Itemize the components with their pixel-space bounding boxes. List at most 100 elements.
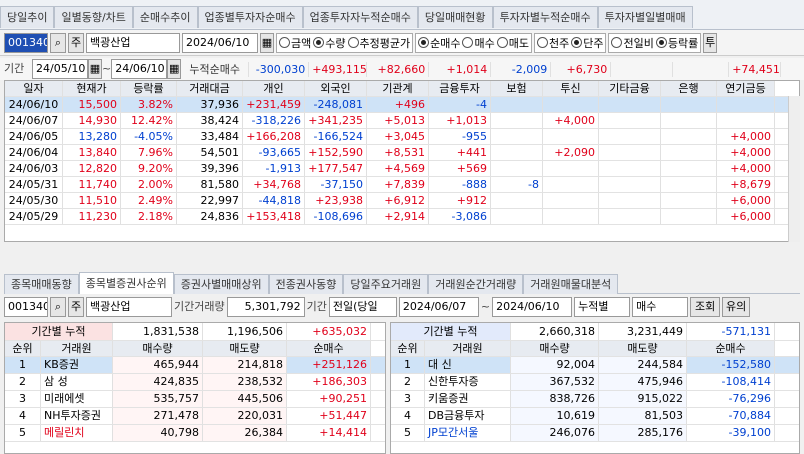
radio-sell[interactable]: 매도 — [496, 33, 529, 53]
note-button[interactable]: 유의 — [722, 297, 751, 317]
mode-select[interactable]: 누적별 — [574, 297, 631, 317]
broker-header-cell[interactable]: 순위 — [391, 341, 425, 356]
top-tab[interactable]: 업종투자자누적순매수 — [302, 6, 418, 28]
table-row[interactable]: 3 키움증권 838,726 915,022 -76,296 — [391, 391, 799, 408]
grid-header-cell[interactable]: 금융투자 — [429, 81, 491, 96]
broker-header-cell[interactable]: 매수량 — [113, 341, 203, 356]
grid-cell — [599, 97, 661, 112]
radio-amount[interactable]: 금액 — [279, 33, 311, 53]
broker-header-cell[interactable]: 매도량 — [599, 341, 687, 356]
side-select[interactable]: 매수 — [632, 297, 689, 317]
radio-quantity[interactable]: 수량 — [313, 33, 346, 53]
grid-cell: +4,000 — [717, 145, 775, 160]
table-row[interactable]: 24/06/05 13,280 -4.05% 33,484 +166,208 -166,5… — [5, 129, 799, 145]
broker-header-cell[interactable]: 순위 — [5, 341, 41, 356]
broker-stock-name[interactable]: 백광산업 — [86, 297, 172, 317]
top-tab[interactable]: 순매수추이 — [132, 6, 198, 28]
bottom-tab[interactable]: 전종권사동향 — [268, 274, 344, 294]
table-row[interactable]: 1대 신 92,004 244,584 -152,580 — [391, 357, 799, 374]
bottom-tab[interactable]: 종목매매동향 — [4, 274, 79, 294]
bottom-tab[interactable]: 증권사별매매상위 — [173, 274, 269, 294]
table-row[interactable]: 24/06/04 13,840 7.96% 54,501 -93,665 +152,590… — [5, 145, 799, 161]
radio-prev-diff[interactable]: 전일비 — [611, 33, 654, 53]
search-icon[interactable]: ⌕ — [50, 32, 66, 53]
broker-search-icon[interactable]: ⌕ — [50, 297, 66, 317]
table-row[interactable]: 4 DB금융투자 10,619 81,503 -70,884 — [391, 408, 799, 425]
date-field[interactable]: 2024/06/10 — [182, 32, 258, 53]
grid-header-cell[interactable]: 연기금등 — [717, 81, 775, 96]
table-row[interactable]: 24/05/31 11,740 2.00% 81,580 +34,768 -37,150 +… — [5, 177, 799, 193]
period-to-field[interactable]: 24/06/10 — [111, 59, 168, 79]
grid-header-cell[interactable]: 일자 — [5, 81, 63, 96]
grid-header-cell[interactable]: 외국인 — [305, 81, 367, 96]
calendar-to-icon[interactable]: ▦ — [167, 59, 182, 79]
grid-header-cell[interactable]: 투신 — [543, 81, 599, 96]
top-tab[interactable]: 일별동향/차트 — [54, 6, 133, 28]
bottom-tab[interactable]: 당일주요거래원 — [343, 274, 429, 294]
broker-to-date[interactable]: 2024/06/10 — [492, 297, 573, 317]
radio-thousand-shares[interactable]: 천주 — [536, 33, 569, 53]
broker-header-row: 순위 거래원 매수량 매도량 순매수 — [391, 341, 799, 357]
table-row[interactable]: 24/06/10 15,500 3.82% 37,936 +231,459 -248,08… — [5, 97, 799, 113]
broker-header-cell[interactable]: 거래원 — [41, 341, 113, 356]
calendar-icon[interactable]: ▦ — [260, 32, 274, 53]
period-from-field[interactable]: 24/05/10 — [32, 59, 88, 79]
broker-stock-code-input[interactable]: 001340 — [4, 297, 48, 317]
table-row[interactable]: 4 NH투자증권 271,478 220,031 +51,447 — [5, 408, 385, 425]
grid-header-cell[interactable]: 거래대금 — [177, 81, 243, 96]
bottom-tab[interactable]: 거래원순간거래량 — [428, 274, 524, 294]
broker-cell: 285,176 — [599, 425, 687, 441]
calendar-from-icon[interactable]: ▦ — [88, 59, 102, 79]
grid-header-cell[interactable]: 기관계 — [367, 81, 429, 96]
stock-code-input[interactable]: 001340 — [4, 32, 48, 53]
period-select[interactable]: 전일(당일 — [328, 297, 397, 317]
top-tab[interactable]: 당일매매현황 — [417, 6, 493, 28]
table-row[interactable]: 24/06/03 12,820 9.20% 39,396 -1,913 +177,547 +… — [5, 161, 799, 177]
table-row[interactable]: 24/05/30 11,510 2.49% 22,997 -44,818 +23,938 +… — [5, 193, 799, 209]
broker-header-cell[interactable]: 거래원 — [425, 341, 511, 356]
radio-net-buy[interactable]: 순매수 — [418, 33, 460, 53]
grid-header-cell[interactable]: 보험 — [491, 81, 543, 96]
top-tab[interactable]: 투자자별일별매매 — [597, 6, 693, 28]
top-tab[interactable]: 당일추이 — [0, 6, 55, 28]
broker-header-cell[interactable]: 순매수 — [687, 341, 775, 356]
table-row[interactable]: 3 미래에셋 535,757 445,506 +90,251 — [5, 391, 385, 408]
radio-buy[interactable]: 매수 — [462, 33, 495, 53]
bottom-tab[interactable]: 종목별증권사순위 — [78, 272, 174, 294]
broker-header-cell[interactable]: 매도량 — [203, 341, 287, 356]
grid-cell — [599, 193, 661, 208]
grid-cell — [491, 209, 543, 224]
table-row[interactable]: 24/06/07 14,930 12.42% 38,424 -318,226 +341,2… — [5, 113, 799, 129]
broker-cell: 424,835 — [113, 374, 203, 390]
broker-header-cell[interactable]: 순매수 — [287, 341, 371, 356]
grid-cell: +4,569 — [367, 161, 429, 176]
top-tab[interactable]: 업종별투자자순매수 — [197, 6, 303, 28]
grid-header-cell[interactable]: 기타금융 — [599, 81, 661, 96]
broker-cell: KB증권 — [41, 357, 113, 373]
table-row[interactable]: 5 메릴린치 40,798 26,384 +14,414 — [5, 425, 385, 442]
query-button[interactable]: 조회 — [690, 297, 721, 317]
radio-change-rate[interactable]: 등락률 — [655, 33, 698, 53]
table-row[interactable]: 1 KB증권 465,944 214,818 +251,126 — [5, 357, 385, 374]
investor-button[interactable]: 투 — [703, 32, 718, 53]
grid-cell: +152,590 — [305, 145, 367, 160]
bottom-tab[interactable]: 거래원매물대분석 — [523, 274, 619, 294]
broker-from-date[interactable]: 2024/06/07 — [398, 297, 479, 317]
grid-header-cell[interactable]: 현재가 — [63, 81, 121, 96]
table-row[interactable]: 5 JP모간서울 246,076 285,176 -39,100 — [391, 425, 799, 442]
stock-name-field[interactable]: 백광산업 — [86, 32, 180, 53]
broker-cell: 367,532 — [511, 374, 599, 390]
grid-scrollbar[interactable] — [788, 96, 800, 242]
top-tab[interactable]: 투자자별누적순매수 — [492, 6, 598, 28]
radio-single-shares[interactable]: 단주 — [571, 33, 603, 53]
table-row[interactable]: 24/05/29 11,230 2.18% 24,836 +153,418 -108,69… — [5, 209, 799, 225]
radio-avg-price[interactable]: 추정평균가 — [347, 33, 410, 53]
grid-header-cell[interactable]: 등락률 — [121, 81, 177, 96]
grid-header-cell[interactable]: 개인 — [243, 81, 305, 96]
table-row[interactable]: 2삼 성 424,835 238,532 +186,303 — [5, 374, 385, 391]
period-sum-row: 기간별 누적 1,831,538 1,196,506 +635,032 — [5, 323, 385, 341]
period-separator: ~ — [102, 62, 112, 75]
table-row[interactable]: 2 신한투자증 367,532 475,946 -108,414 — [391, 374, 799, 391]
grid-header-cell[interactable]: 은행 — [661, 81, 717, 96]
broker-header-cell[interactable]: 매수량 — [511, 341, 599, 356]
